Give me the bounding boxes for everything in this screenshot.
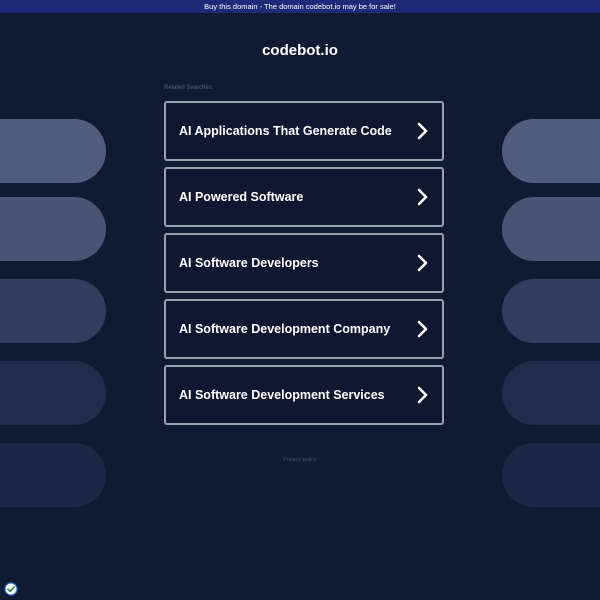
decorative-pill-left — [0, 119, 106, 183]
decorative-pill-right — [502, 197, 600, 261]
decorative-pill-right — [502, 443, 600, 507]
decorative-pill-left — [0, 443, 106, 507]
page: Buy this domain - The domain codebot.io … — [0, 0, 600, 600]
decorative-pill-left — [0, 197, 106, 261]
related-search-link[interactable]: AI Software Developers — [164, 233, 444, 293]
related-search-link[interactable]: AI Software Development Company — [164, 299, 444, 359]
chevron-right-icon — [417, 320, 428, 338]
chevron-right-icon — [417, 122, 428, 140]
related-search-link[interactable]: AI Software Development Services — [164, 365, 444, 425]
chevron-right-icon — [417, 254, 428, 272]
related-search-label: AI Software Development Company — [179, 322, 391, 336]
chevron-right-icon — [417, 386, 428, 404]
related-search-link[interactable]: AI Applications That Generate Code — [164, 101, 444, 161]
shield-check-icon[interactable] — [4, 582, 18, 596]
decorative-pill-right — [502, 361, 600, 425]
related-searches-label: Related Searches: — [164, 85, 214, 91]
related-search-list: AI Applications That Generate Code AI Po… — [164, 101, 444, 431]
decorative-pill-left — [0, 279, 106, 343]
related-search-label: AI Software Development Services — [179, 388, 385, 402]
related-search-label: AI Software Developers — [179, 256, 319, 270]
site-title: codebot.io — [262, 42, 338, 59]
decorative-pill-right — [502, 119, 600, 183]
related-search-label: AI Powered Software — [179, 190, 304, 204]
domain-sale-banner[interactable]: Buy this domain - The domain codebot.io … — [0, 0, 600, 13]
decorative-pill-right — [502, 279, 600, 343]
privacy-policy-link[interactable]: Privacy policy — [0, 457, 600, 463]
decorative-pill-left — [0, 361, 106, 425]
chevron-right-icon — [417, 188, 428, 206]
related-search-label: AI Applications That Generate Code — [179, 124, 392, 138]
related-search-link[interactable]: AI Powered Software — [164, 167, 444, 227]
